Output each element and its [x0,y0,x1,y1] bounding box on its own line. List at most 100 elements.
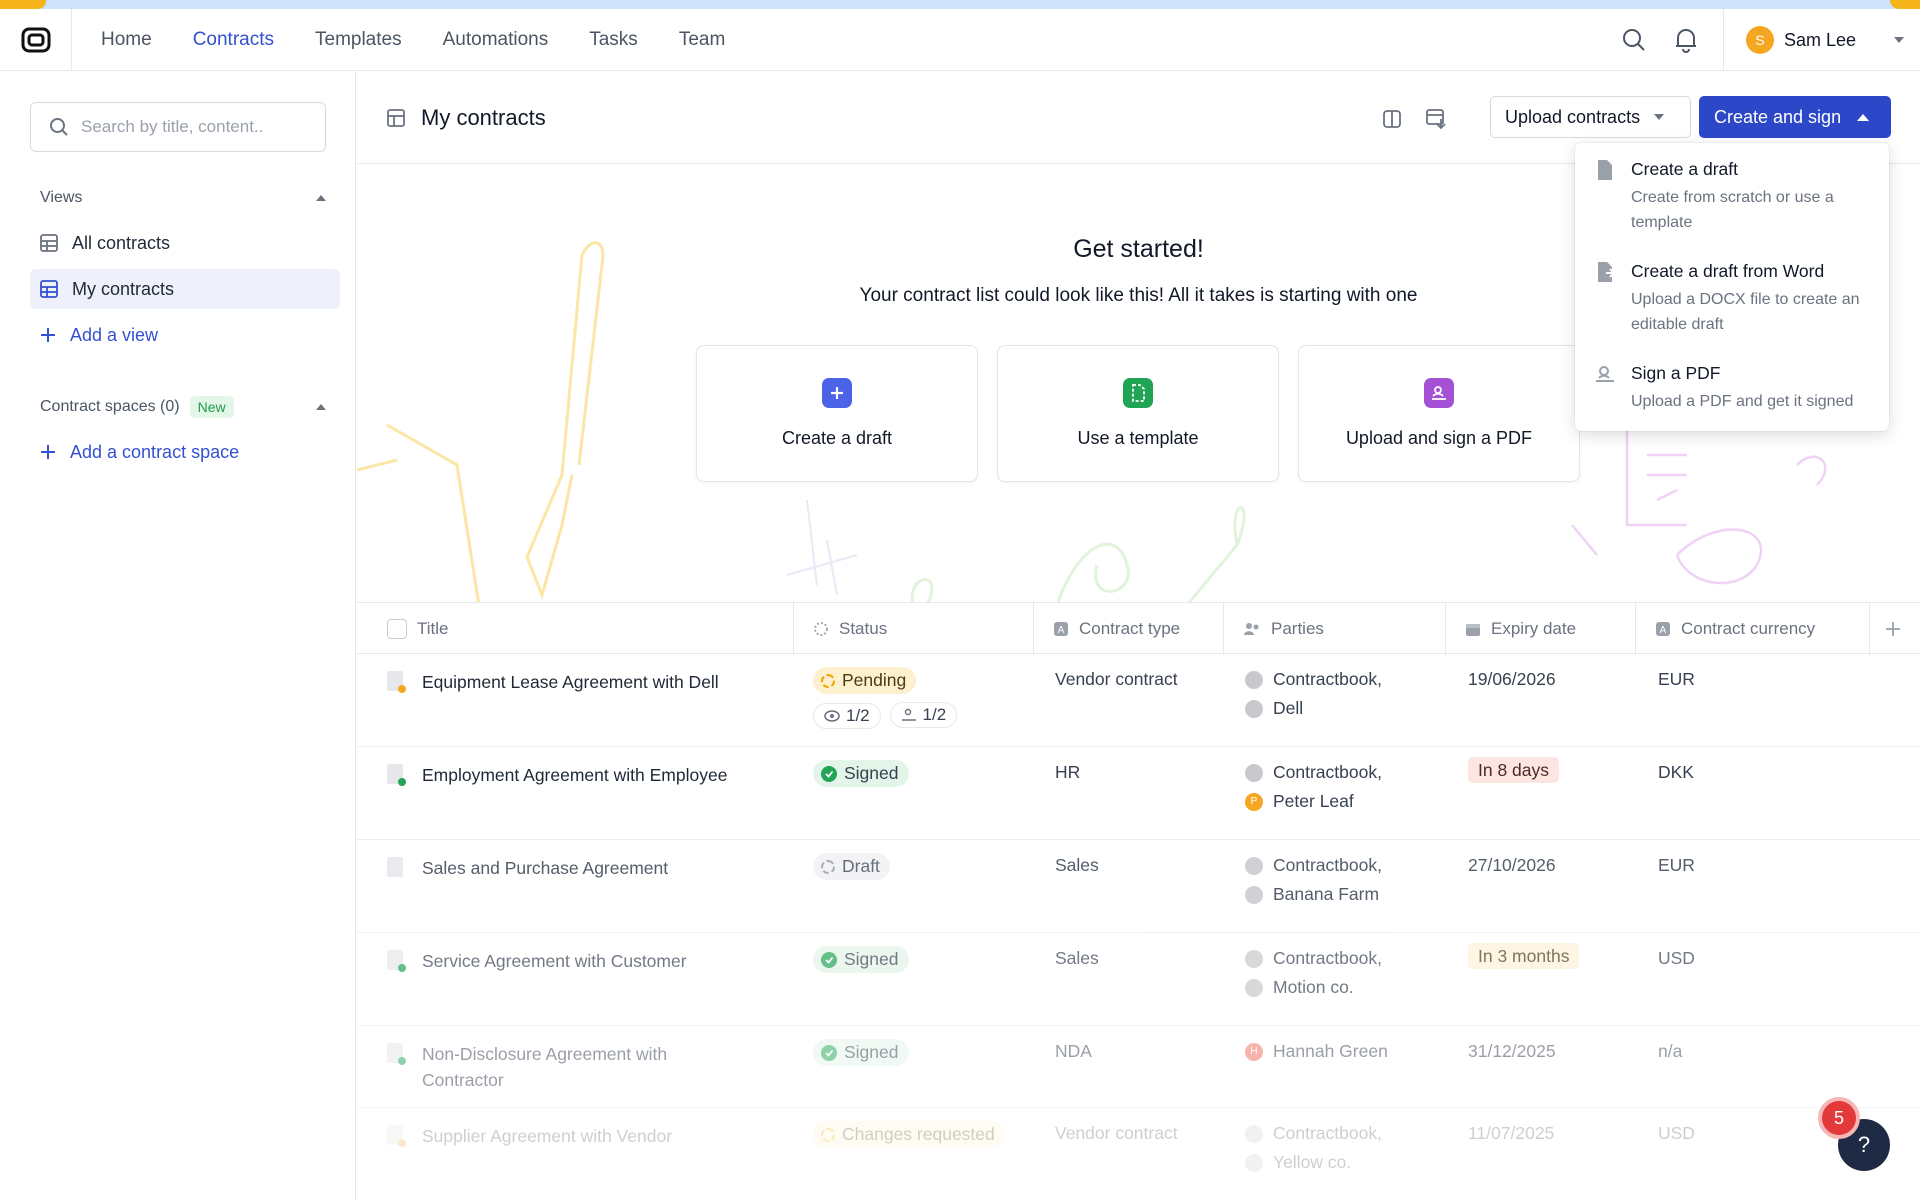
search-box[interactable] [30,102,326,152]
status-badge: Signed [813,1039,909,1066]
chevron-up-icon [316,404,326,410]
contract-title[interactable]: Non-Disclosure Agreement with Contractor [422,1041,752,1093]
page-title: My contracts [421,105,546,130]
search-icon[interactable] [1619,25,1649,55]
search-icon [50,118,68,136]
create-and-sign-label: Create and sign [1714,106,1842,127]
views-section-header[interactable]: Views [40,189,326,207]
export-table-icon[interactable] [1421,104,1451,134]
expiry-date: 11/07/2025 [1468,1123,1555,1143]
party-avatar [1245,670,1263,689]
status-badge: Changes requested [813,1121,1005,1148]
svg-text:A: A [1058,625,1065,636]
contract-title[interactable]: Sales and Purchase Agreement [422,855,752,881]
menu-item-title: Create a draft [1631,159,1738,179]
column-parties[interactable]: Parties [1243,603,1324,655]
chevron-up-icon [1857,113,1870,121]
search-input[interactable] [81,117,311,137]
split-view-icon[interactable] [1377,104,1407,134]
menu-item-title: Create a draft from Word [1631,261,1825,281]
signature-icon [1596,366,1614,382]
nav-templates[interactable]: Templates [315,29,402,51]
document-icon [387,671,406,693]
contract-type: NDA [1055,1041,1092,1061]
menu-item-sign-pdf[interactable]: Sign a PDF Upload a PDF and get it signe… [1575,361,1889,414]
contract-title[interactable]: Supplier Agreement with Vendor [422,1123,752,1149]
currency: n/a [1658,1041,1683,1061]
status-cell: Signed [813,1039,909,1066]
status-cell: Signed [813,946,909,973]
party-avatar [1245,856,1263,875]
column-label: Parties [1271,619,1324,638]
sidebar-item-all-contracts[interactable]: All contracts [30,223,340,263]
party-avatar: H [1245,1042,1263,1061]
menu-item-title: Sign a PDF [1631,363,1721,383]
party-avatar [1245,885,1263,904]
add-column-button[interactable] [1885,603,1901,655]
document-icon [387,950,406,972]
menu-item-description: Create from scratch or use a template [1631,189,1834,231]
text-field-icon: A [1054,622,1068,636]
column-contract-type[interactable]: A Contract type [1053,603,1180,655]
column-expiry-date[interactable]: Expiry date [1465,603,1576,655]
table-row[interactable]: Non-Disclosure Agreement with Contractor… [357,1026,1920,1108]
svg-text:A: A [1660,625,1667,636]
card-label: Use a template [1077,428,1199,448]
bell-icon[interactable] [1671,25,1701,55]
create-and-sign-button[interactable]: Create and sign [1699,96,1891,138]
menu-item-create-draft-from-word[interactable]: Create a draft from Word Upload a DOCX f… [1575,259,1889,337]
upload-contracts-button[interactable]: Upload contracts [1490,96,1691,138]
currency: USD [1658,1123,1695,1143]
contract-title[interactable]: Employment Agreement with Employee [422,762,752,788]
column-label: Expiry date [1491,619,1577,638]
table-row[interactable]: Service Agreement with Customer Signed S… [357,933,1920,1026]
upload-sign-pdf-card[interactable]: Upload and sign a PDF [1298,345,1580,482]
document-icon [387,1125,406,1147]
app-logo[interactable] [0,9,72,71]
column-label: Contract currency [1681,619,1816,638]
contract-type: Sales [1055,855,1099,875]
select-all-checkbox[interactable] [387,619,407,639]
column-status[interactable]: Status [813,603,887,655]
column-title[interactable]: Title [387,603,449,655]
add-contract-space-label: Add a contract space [70,441,240,462]
word-document-icon [1598,262,1615,282]
add-view-button[interactable]: Add a view [30,315,340,355]
contract-type: HR [1055,762,1081,782]
sidebar-item-my-contracts[interactable]: My contracts [30,269,340,309]
menu-item-create-draft[interactable]: Create a draft Create from scratch or us… [1575,157,1889,235]
nav-automations[interactable]: Automations [443,29,549,51]
column-label: Contract type [1079,619,1181,638]
template-icon [1123,378,1153,408]
column-label: Title [417,619,449,638]
table-row[interactable]: Equipment Lease Agreement with Dell Pend… [357,654,1920,747]
status-cell: Pending 1/2 1/2 [813,667,961,729]
card-label: Create a draft [781,428,893,448]
contract-title[interactable]: Equipment Lease Agreement with Dell [422,669,752,695]
party-avatar [1245,699,1263,718]
nav-contracts[interactable]: Contracts [193,29,274,51]
notification-count-badge[interactable]: 5 [1818,1097,1860,1139]
nav-home[interactable]: Home [101,29,152,51]
signatures-count: 1/2 [889,702,958,728]
document-icon [387,1043,406,1065]
status-icon [814,622,828,636]
create-draft-card[interactable]: Create a draft [696,345,978,482]
nav-team[interactable]: Team [679,29,725,51]
expiry-date: In 3 months [1468,943,1580,969]
contract-spaces-header[interactable]: Contract spaces (0) New [40,396,326,418]
document-icon [1598,160,1612,180]
use-template-card[interactable]: Use a template [997,345,1279,482]
table-row[interactable]: Sales and Purchase Agreement Draft Sales… [357,840,1920,933]
add-contract-space-button[interactable]: Add a contract space [30,432,340,472]
party-avatar [1245,1124,1263,1143]
table-row[interactable]: Supplier Agreement with Vendor Changes r… [357,1108,1920,1201]
user-menu[interactable]: S Sam Lee [1722,9,1920,71]
table-row[interactable]: Employment Agreement with Employee Signe… [357,747,1920,840]
party-avatar [1245,949,1263,968]
column-contract-currency[interactable]: A Contract currency [1655,603,1815,655]
menu-item-description: Upload a PDF and get it signed [1631,393,1854,410]
status-cell: Signed [813,760,909,787]
nav-tasks[interactable]: Tasks [589,29,638,51]
contract-title[interactable]: Service Agreement with Customer [422,948,752,974]
